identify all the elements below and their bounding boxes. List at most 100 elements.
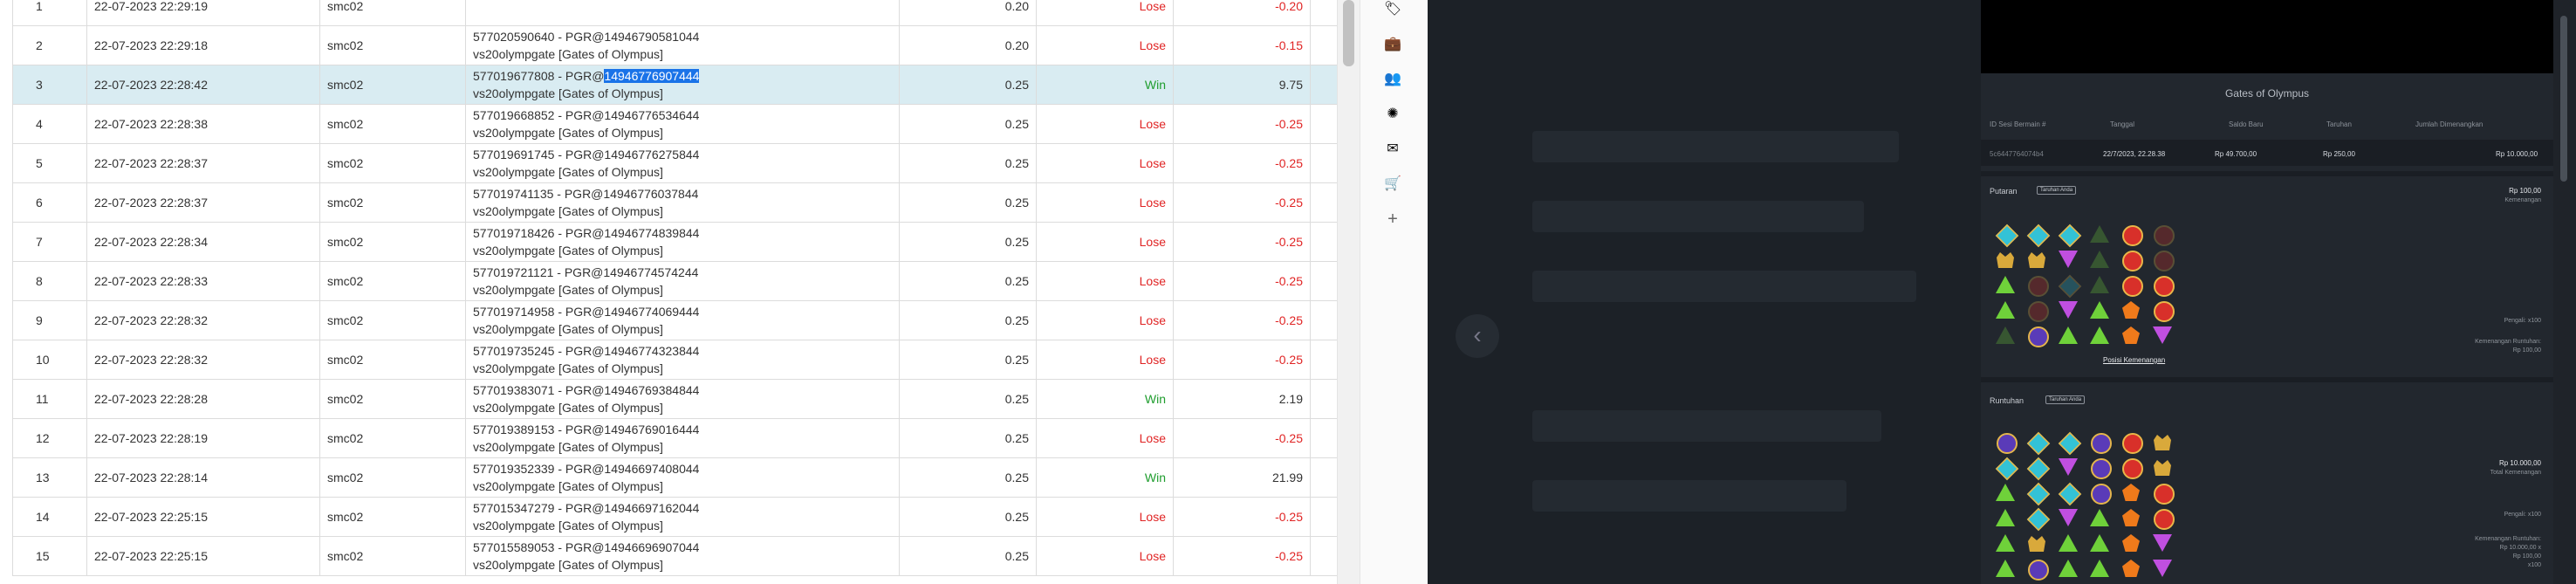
game-name: vs20olympgate [Gates of Olympus] [473, 519, 663, 532]
table-row[interactable]: 3 22-07-2023 22:28:42 smc02 577019677808 - … [12, 65, 1337, 105]
cell-result: Win [1036, 65, 1174, 105]
cell-user: smc02 [319, 536, 466, 576]
cart-icon[interactable]: 🛒 [1383, 175, 1402, 194]
spin-label: Putaran [1990, 187, 2018, 196]
cell-bet: 0.25 [899, 65, 1037, 105]
table-row[interactable]: 13 22-07-2023 22:28:14 smc02 577019352339 -… [12, 457, 1337, 498]
table-row[interactable]: 15 22-07-2023 22:25:15 smc02 577015589053 -… [12, 536, 1337, 576]
cell-datetime: 22-07-2023 22:28:28 [86, 379, 320, 419]
cell-winloss: 2.19 [1173, 379, 1311, 419]
cell-datetime: 22-07-2023 22:28:14 [86, 457, 320, 498]
cell-datetime: 22-07-2023 22:28:42 [86, 65, 320, 105]
cell-detail[interactable]: 577019714958 - PGR@14946774069444 vs20oly… [465, 300, 900, 340]
people-icon[interactable]: 👥 [1383, 70, 1402, 89]
reel-symbol [1990, 272, 2021, 298]
blurred-background [1532, 410, 1881, 442]
table-row[interactable]: 7 22-07-2023 22:28:34 smc02 577019718426 - … [12, 222, 1337, 262]
table-row[interactable]: 4 22-07-2023 22:28:38 smc02 577019668852 - … [12, 104, 1337, 144]
cell-no: 1 [12, 0, 87, 26]
cell-winloss: -0.20 [1173, 0, 1311, 26]
reel-symbol [2084, 298, 2115, 323]
cell-result: Win [1036, 379, 1174, 419]
reel-symbol [1990, 480, 2021, 505]
cell-detail[interactable]: 577019383071 - PGR@14946769384844 vs20oly… [465, 379, 900, 419]
cell-detail[interactable]: 577019741135 - PGR@14946776037844 vs20oly… [465, 182, 900, 223]
cell-result: Lose [1036, 182, 1174, 223]
cell-detail[interactable]: 577019691745 - PGR@14946776275844 vs20oly… [465, 143, 900, 183]
reel-symbol [1990, 429, 2021, 455]
cell-result: Lose [1036, 300, 1174, 340]
cell-detail[interactable]: 577020590640 - PGR@14946790581044 vs20oly… [465, 25, 900, 65]
cell-detail[interactable]: 577019721121 - PGR@14946774574244 vs20oly… [465, 261, 900, 301]
divider [1981, 377, 2553, 382]
add-icon[interactable]: + [1383, 210, 1402, 229]
scrollbar-thumb[interactable] [2560, 16, 2567, 182]
tumble-tag: Taruhan Anda [2045, 395, 2086, 404]
reel-symbol [2052, 531, 2084, 556]
reel-symbol [2084, 480, 2115, 505]
cell-jackpot: 0.00 [1310, 25, 1337, 65]
tumble-amount: Rp 10.000,00 [2498, 459, 2541, 467]
reel-symbol [2115, 531, 2147, 556]
table-row[interactable]: 9 22-07-2023 22:28:32 smc02 577019714958 - … [12, 300, 1337, 340]
reel-symbol [2115, 429, 2147, 455]
cell-result: Lose [1036, 418, 1174, 458]
cell-no: 8 [12, 261, 87, 301]
cell-detail[interactable]: 577015347279 - PGR@14946697162044 vs20oly… [465, 497, 900, 537]
table-row[interactable]: 5 22-07-2023 22:28:37 smc02 577019691745 - … [12, 143, 1337, 183]
cell-jackpot: 0.00 [1310, 104, 1337, 144]
header-won: Jumlah Dimenangkan [2415, 120, 2484, 128]
cell-user: smc02 [319, 300, 466, 340]
game-name: vs20olympgate [Gates of Olympus] [473, 283, 663, 297]
reel-symbol [2084, 272, 2115, 298]
briefcase-icon[interactable]: 💼 [1383, 35, 1402, 54]
table-row[interactable]: 14 22-07-2023 22:25:15 smc02 577015347279 -… [12, 497, 1337, 537]
cell-winloss: -0.25 [1173, 182, 1311, 223]
copilot-icon[interactable]: ✺ [1383, 105, 1402, 124]
cell-winloss: -0.25 [1173, 261, 1311, 301]
cell-winloss: -0.25 [1173, 497, 1311, 537]
cell-winloss: 21.99 [1173, 457, 1311, 498]
history-scrollbar[interactable] [2553, 0, 2576, 584]
cell-detail[interactable]: 577019352339 - PGR@14946697408044 vs20oly… [465, 457, 900, 498]
cell-no: 5 [12, 143, 87, 183]
reel-symbol [2021, 272, 2052, 298]
cell-jackpot: 0.00 [1310, 0, 1337, 26]
table-row[interactable]: 8 22-07-2023 22:28:33 smc02 577019721121 - … [12, 261, 1337, 301]
winning-positions-link[interactable]: Posisi Kemenangan [2103, 356, 2165, 364]
table-row[interactable]: 12 22-07-2023 22:28:19 smc02 577019389153 -… [12, 418, 1337, 458]
cell-detail[interactable] [465, 0, 900, 26]
summary-row[interactable] [1981, 140, 2553, 166]
cell-no: 13 [12, 457, 87, 498]
reel-symbol [2115, 505, 2147, 531]
selected-text[interactable]: 14946776907444 [604, 69, 700, 83]
table-row[interactable]: 10 22-07-2023 22:28:32 smc02 577019735245 -… [12, 340, 1337, 380]
cell-winloss: -0.25 [1173, 104, 1311, 144]
cell-winloss: -0.25 [1173, 143, 1311, 183]
transaction-table-panel: 122-07-2023 22:29:19smc020.20Lose-0.200.… [0, 0, 1337, 584]
scrollbar-thumb[interactable] [1343, 0, 1354, 66]
cell-jackpot: 0.00 [1310, 300, 1337, 340]
table-scrollbar[interactable] [1337, 0, 1360, 584]
cell-jackpot: 0.00 [1310, 379, 1337, 419]
cell-detail[interactable]: 577015589053 - PGR@14946696907044 vs20oly… [465, 536, 900, 576]
cell-user: smc02 [319, 497, 466, 537]
back-button[interactable]: ‹ [1456, 314, 1499, 358]
tag-icon[interactable]: 🏷 [1383, 0, 1402, 19]
table-row[interactable]: 11 22-07-2023 22:28:28 smc02 577019383071 -… [12, 379, 1337, 419]
cell-detail[interactable]: 577019718426 - PGR@14946774839844 vs20oly… [465, 222, 900, 262]
cell-user: smc02 [319, 25, 466, 65]
cell-detail[interactable]: 577019389153 - PGR@14946769016444 vs20oly… [465, 418, 900, 458]
reel-symbol [2147, 480, 2178, 505]
round-id: 577019714958 - PGR@14946774069444 [473, 305, 700, 319]
cell-result: Lose [1036, 25, 1174, 65]
table-row[interactable]: 122-07-2023 22:29:19smc02 0.20Lose-0.200.… [12, 0, 1337, 26]
cell-detail[interactable]: 577019735245 - PGR@14946774323844 vs20oly… [465, 340, 900, 380]
outlook-icon[interactable]: ✉ [1383, 140, 1402, 159]
reel-symbol [2147, 272, 2178, 298]
cell-detail[interactable]: 577019677808 - PGR@14946776907444 vs20oly… [465, 65, 900, 105]
table-row[interactable]: 6 22-07-2023 22:28:37 smc02 577019741135 - … [12, 182, 1337, 223]
reel-symbol [1990, 298, 2021, 323]
cell-detail[interactable]: 577019668852 - PGR@14946776534644 vs20oly… [465, 104, 900, 144]
table-row[interactable]: 2 22-07-2023 22:29:18 smc02 577020590640 - … [12, 25, 1337, 65]
